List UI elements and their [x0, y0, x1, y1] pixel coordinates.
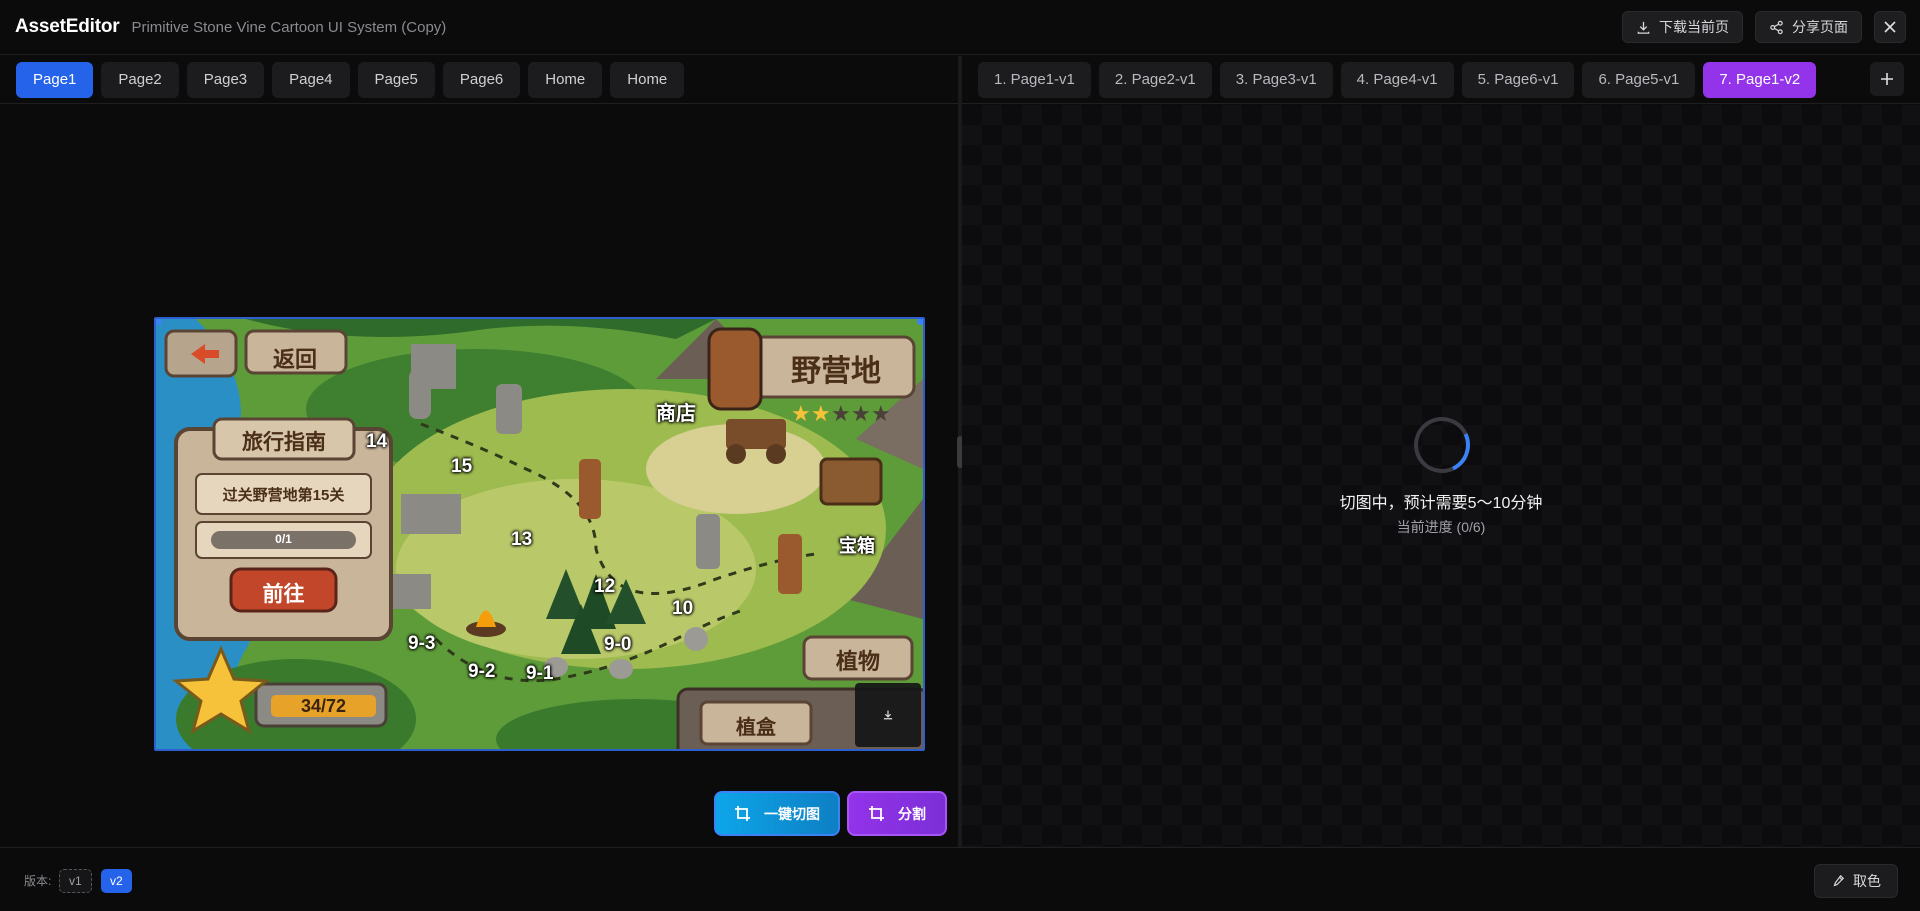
top-actions: 下载当前页 分享页面 [1622, 11, 1906, 43]
level-label: 9-3 [408, 633, 436, 654]
tab-version-4[interactable]: 4. Page4-v1 [1340, 61, 1454, 98]
tab-page4[interactable]: Page4 [272, 61, 350, 98]
star-empty-icon: ★ [851, 401, 871, 426]
guide-progress: 0/1 [275, 532, 292, 546]
level-label: 10 [672, 598, 694, 619]
auto-slice-button[interactable]: 一键切图 [714, 791, 840, 836]
download-page-label: 下载当前页 [1659, 19, 1729, 35]
tab-version-5[interactable]: 5. Page6-v1 [1461, 61, 1575, 98]
plus-icon [1881, 73, 1893, 85]
scene-shop-label: 商店 [656, 403, 696, 425]
selection-handle[interactable] [917, 319, 923, 325]
bottom-bar: 版本: v1 v2 取色 [0, 847, 1920, 911]
guide-task: 过关野营地第15关 [222, 487, 345, 504]
guide-title: 旅行指南 [242, 431, 326, 454]
download-icon [1637, 21, 1650, 34]
tab-version-3[interactable]: 3. Page3-v1 [1219, 61, 1333, 98]
tab-version-1[interactable]: 1. Page1-v1 [978, 61, 1091, 98]
tab-home-1[interactable]: Home [528, 61, 603, 98]
star-empty-icon: ★ [831, 401, 851, 426]
tab-version-6[interactable]: 6. Page5-v1 [1582, 61, 1696, 98]
level-label: 14 [366, 431, 388, 452]
split-label: 分割 [898, 805, 926, 822]
close-icon [1884, 21, 1896, 33]
tab-page1[interactable]: Page1 [16, 61, 94, 98]
scene-plant-box-label: 植盒 [736, 717, 776, 739]
tab-version-7[interactable]: 7. Page1-v2 [1703, 61, 1817, 98]
level-label: 9-0 [604, 634, 632, 655]
tab-page5[interactable]: Page5 [357, 61, 435, 98]
asset-editor-app: AssetEditor Primitive Stone Vine Cartoon… [0, 0, 1920, 911]
share-page-button[interactable]: 分享页面 [1755, 11, 1862, 43]
progress-message: 当前进度 (0/6) [1396, 519, 1486, 535]
close-button[interactable] [1874, 11, 1906, 43]
level-label: 12 [594, 576, 616, 597]
color-picker-label: 取色 [1853, 873, 1881, 889]
add-version-button[interactable] [1870, 62, 1904, 96]
version-chip-v2[interactable]: v2 [101, 869, 132, 893]
level-label: 15 [451, 456, 473, 477]
scene-title: 野营地 [791, 355, 881, 388]
page-tabs: Page1 Page2 Page3 Page4 Page5 Page6 Home… [0, 56, 958, 104]
scene-back-label: 返回 [272, 347, 317, 372]
tab-page3[interactable]: Page3 [186, 61, 265, 98]
scene-plants-label: 植物 [835, 649, 880, 674]
level-label: 13 [511, 529, 533, 550]
crop-icon [735, 805, 750, 821]
star-filled-icon: ★ [811, 401, 831, 426]
star-count: 34/72 [300, 696, 347, 716]
preview-panel: 切图中，预计需要5～10分钟 当前进度 (0/6) [962, 105, 1920, 847]
crop-icon [869, 805, 884, 821]
version-tabs: 1. Page1-v1 2. Page2-v1 3. Page3-v1 4. P… [962, 56, 1920, 104]
project-name: Primitive Stone Vine Cartoon UI System (… [131, 18, 447, 36]
scene-chest-label: 宝箱 [839, 536, 875, 556]
download-icon [883, 710, 893, 720]
star-empty-icon: ★ [871, 401, 891, 426]
split-button[interactable]: 分割 [847, 791, 947, 836]
level-label: 9-1 [526, 663, 554, 684]
app-title: AssetEditor [15, 16, 120, 37]
star-filled-icon: ★ [791, 401, 811, 426]
tab-page2[interactable]: Page2 [101, 61, 179, 98]
tab-home-2[interactable]: Home [610, 61, 685, 98]
page-canvas[interactable]: 返回 野营地 商店 宝箱 植物 植盒 旅行指南 过关野营地第15关 0/1 前往… [154, 317, 925, 751]
version-label: 版本: [24, 874, 52, 888]
loading-spinner-icon [1406, 409, 1478, 481]
loading-message: 切图中，预计需要5～10分钟 [1339, 495, 1543, 512]
eyedropper-icon [1833, 874, 1845, 887]
color-picker-button[interactable]: 取色 [1814, 864, 1898, 898]
download-asset-button[interactable] [855, 683, 921, 747]
tab-page6[interactable]: Page6 [442, 61, 521, 98]
tab-version-2[interactable]: 2. Page2-v1 [1098, 61, 1212, 98]
share-page-label: 分享页面 [1792, 19, 1848, 35]
share-icon [1770, 20, 1783, 34]
level-label: 9-2 [468, 661, 496, 682]
guide-go-button: 前往 [262, 583, 305, 606]
download-page-button[interactable]: 下载当前页 [1622, 11, 1743, 43]
selection-handle[interactable] [156, 319, 162, 325]
top-bar: AssetEditor Primitive Stone Vine Cartoon… [0, 0, 1920, 55]
version-chip-v1[interactable]: v1 [59, 869, 92, 893]
auto-slice-label: 一键切图 [764, 805, 820, 822]
